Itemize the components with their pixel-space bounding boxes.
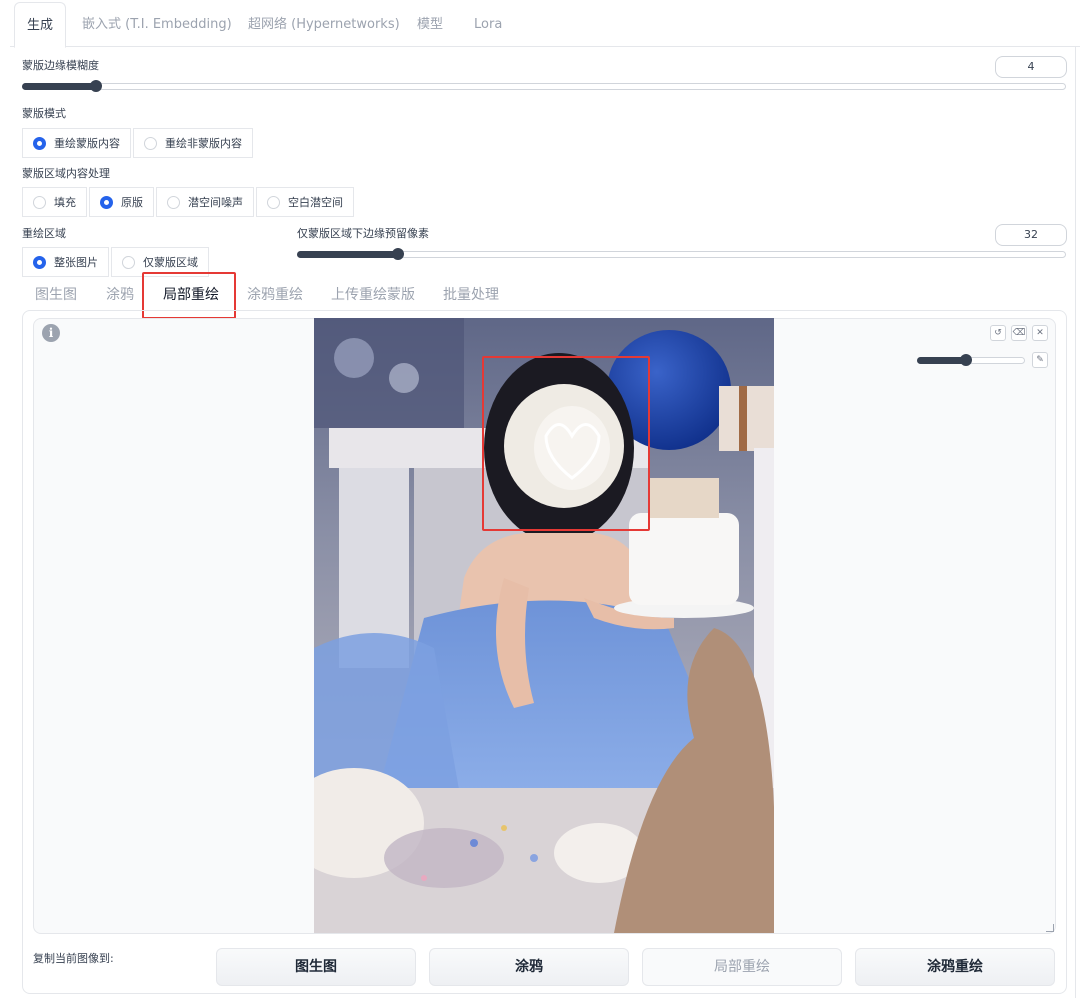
mask-mode-group: 重绘蒙版内容 重绘非蒙版内容: [22, 128, 255, 158]
tab-hypernetworks[interactable]: 超网络 (Hypernetworks): [248, 2, 400, 47]
radio-unchecked-icon: [33, 195, 46, 209]
copy-to-sketch-button[interactable]: 涂鸦: [429, 948, 629, 986]
radio-label: 仅蒙版区域: [143, 256, 198, 269]
tab-inpaint-upload[interactable]: 上传重绘蒙版: [331, 280, 415, 310]
radio-unchecked-icon: [267, 195, 280, 209]
padding-slider-fill: [297, 251, 399, 258]
copy-to-inpaint-sketch-button[interactable]: 涂鸦重绘: [855, 948, 1055, 986]
padding-slider-thumb[interactable]: [392, 248, 404, 260]
highlight-box-face: [482, 356, 650, 531]
masked-content-label: 蒙版区域内容处理: [22, 167, 110, 180]
padding-slider[interactable]: [297, 248, 1066, 260]
radio-unchecked-icon: [122, 255, 135, 269]
radio-label: 填充: [54, 196, 76, 209]
mask-blur-input[interactable]: 4: [995, 56, 1067, 78]
inpaint-area-label: 重绘区域: [22, 227, 66, 240]
brush-size-slider[interactable]: [917, 354, 1025, 366]
eraser-icon[interactable]: ⌫: [1011, 325, 1027, 341]
radio-fill[interactable]: 填充: [22, 187, 87, 217]
radio-label: 整张图片: [54, 256, 98, 269]
masked-content-group: 填充 原版 潜空间噪声 空白潜空间: [22, 187, 356, 217]
radio-original[interactable]: 原版: [89, 187, 154, 217]
radio-unchecked-icon: [144, 136, 157, 150]
padding-input[interactable]: 32: [995, 224, 1067, 246]
radio-whole-picture[interactable]: 整张图片: [22, 247, 109, 277]
copy-to-label: 复制当前图像到:: [33, 952, 114, 965]
radio-label: 空白潜空间: [288, 196, 343, 209]
copy-to-inpaint-button[interactable]: 局部重绘: [642, 948, 842, 986]
radio-inpaint-masked[interactable]: 重绘蒙版内容: [22, 128, 131, 158]
radio-checked-icon: [100, 195, 113, 209]
resize-grip-icon[interactable]: [1046, 924, 1054, 932]
radio-label: 重绘蒙版内容: [54, 137, 120, 150]
radio-label: 潜空间噪声: [188, 196, 243, 209]
mask-blur-slider[interactable]: [22, 80, 1066, 92]
brush-size-slider-thumb[interactable]: [960, 354, 972, 366]
panel-border: [1075, 47, 1076, 998]
top-tab-bar: 生成 嵌入式 (T.I. Embedding) 超网络 (Hypernetwor…: [10, 2, 1080, 48]
radio-checked-icon: [33, 255, 46, 269]
padding-label: 仅蒙版区域下边缘预留像素: [297, 227, 429, 240]
radio-checked-icon: [33, 136, 46, 150]
tab-generate[interactable]: 生成: [14, 2, 66, 48]
radio-unchecked-icon: [167, 195, 180, 209]
radio-inpaint-not-masked[interactable]: 重绘非蒙版内容: [133, 128, 253, 158]
tab-lora[interactable]: Lora: [474, 2, 502, 47]
tab-batch[interactable]: 批量处理: [443, 280, 499, 310]
close-icon[interactable]: ✕: [1032, 325, 1048, 341]
tab-inpaint-sketch[interactable]: 涂鸦重绘: [247, 280, 303, 310]
radio-label: 重绘非蒙版内容: [165, 137, 242, 150]
info-icon[interactable]: i: [42, 324, 60, 342]
mask-mode-label: 蒙版模式: [22, 107, 66, 120]
tab-sketch[interactable]: 涂鸦: [106, 280, 134, 310]
mask-blur-label: 蒙版边缘模糊度: [22, 59, 99, 72]
tab-img2img[interactable]: 图生图: [35, 280, 77, 310]
undo-icon[interactable]: ↺: [990, 325, 1006, 341]
radio-latent-nothing[interactable]: 空白潜空间: [256, 187, 354, 217]
mask-blur-slider-thumb[interactable]: [90, 80, 102, 92]
tab-embedding[interactable]: 嵌入式 (T.I. Embedding): [82, 2, 232, 47]
tab-models[interactable]: 模型: [417, 2, 443, 47]
brush-icon[interactable]: ✎: [1032, 352, 1048, 368]
copy-to-img2img-button[interactable]: 图生图: [216, 948, 416, 986]
radio-latent-noise[interactable]: 潜空间噪声: [156, 187, 254, 217]
radio-label: 原版: [121, 196, 143, 209]
mask-blur-slider-fill: [22, 83, 97, 90]
